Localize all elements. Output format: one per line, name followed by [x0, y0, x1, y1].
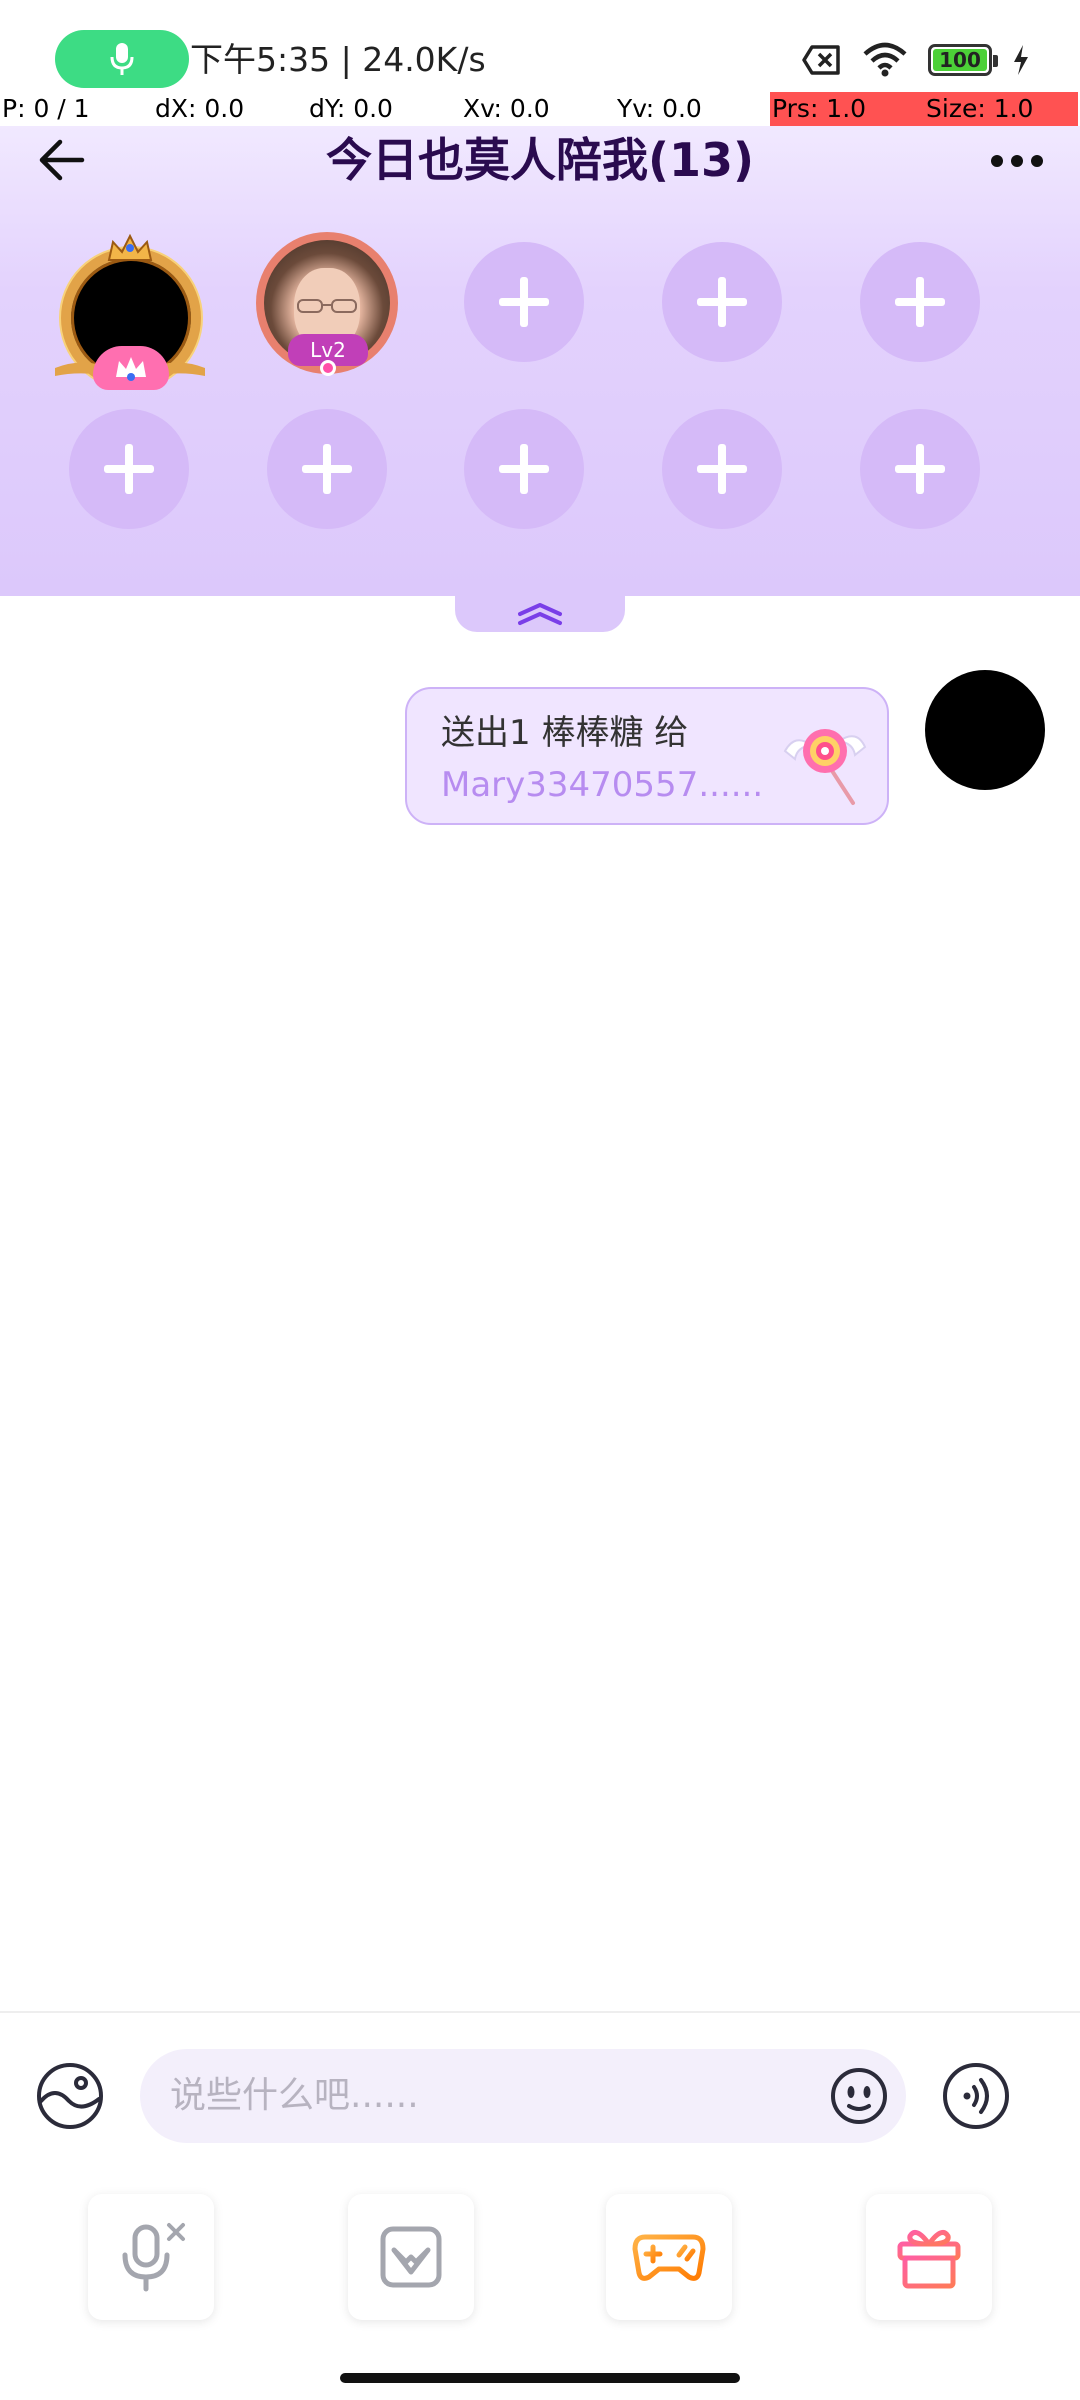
voice-input-button[interactable]: [940, 2060, 1012, 2132]
plus-icon: [895, 444, 945, 494]
gift-message-text: 送出1 棒棒糖 给: [441, 713, 689, 753]
host-seat[interactable]: [55, 226, 205, 390]
plus-icon: [697, 277, 747, 327]
empty-seat[interactable]: [267, 409, 387, 529]
photo-frame-button[interactable]: [348, 2194, 474, 2320]
more-icon: [991, 155, 1003, 167]
more-button[interactable]: [982, 136, 1052, 186]
empty-seat[interactable]: [464, 409, 584, 529]
gift-button[interactable]: [866, 2194, 992, 2320]
mic-toggle-button[interactable]: [88, 2194, 214, 2320]
debug-xv: Xv: 0.0: [463, 94, 550, 123]
empty-seat[interactable]: [662, 409, 782, 529]
chat-input[interactable]: 说些什么吧......: [140, 2049, 906, 2143]
empty-seat[interactable]: [464, 242, 584, 362]
empty-seat[interactable]: [69, 409, 189, 529]
battery-level: 100: [939, 48, 981, 72]
debug-dy: dY: 0.0: [309, 94, 393, 123]
crown-badge-icon: [116, 357, 146, 381]
game-button[interactable]: [606, 2194, 732, 2320]
debug-dx: dX: 0.0: [155, 94, 245, 123]
gift-message-bubble[interactable]: 送出1 棒棒糖 给 Mary33470557......: [405, 687, 889, 825]
debug-pressure: Prs: 1.0: [770, 92, 922, 126]
level-gem-icon: [320, 360, 336, 376]
debug-pointer: P: 0 / 1: [2, 94, 90, 123]
crown-icon: [107, 234, 153, 261]
plus-icon: [302, 444, 352, 494]
pointer-debug-overlay: P: 0 / 1 dX: 0.0 dY: 0.0 Xv: 0.0 Yv: 0.0…: [0, 92, 1080, 126]
collapse-icon: [518, 603, 562, 625]
empty-seat[interactable]: [860, 242, 980, 362]
empty-seat[interactable]: [662, 242, 782, 362]
collapse-seats-button[interactable]: [455, 596, 625, 632]
image-icon: [37, 2063, 103, 2129]
plus-icon: [499, 444, 549, 494]
mic-icon: [110, 43, 134, 75]
emoji-icon: [831, 2068, 887, 2124]
mic-muted-icon: [122, 2223, 185, 2292]
status-bar: 下午5:35 | 24.0K/s 100: [0, 0, 1080, 96]
emoji-button[interactable]: [824, 2061, 894, 2131]
gift-recipient-name[interactable]: Mary33470557......: [441, 763, 763, 807]
charging-icon: [1014, 45, 1028, 75]
lollipop-icon: [783, 729, 867, 805]
chat-input-placeholder: 说些什么吧......: [170, 2075, 419, 2116]
photo-frame-icon: [380, 2226, 442, 2288]
room-header: 今日也莫人陪我(13) Lv2: [0, 126, 1080, 596]
plus-icon: [499, 277, 549, 327]
room-title: 今日也莫人陪我(13): [325, 133, 755, 187]
debug-size: Size: 1.0: [922, 92, 1078, 126]
voice-wave-icon: [943, 2063, 1009, 2129]
plus-icon: [895, 277, 945, 327]
gamepad-icon: [632, 2234, 706, 2281]
plus-icon: [104, 444, 154, 494]
plus-icon: [697, 444, 747, 494]
debug-yv: Yv: 0.0: [617, 94, 702, 123]
wifi-icon: [863, 42, 907, 77]
image-button[interactable]: [34, 2060, 106, 2132]
home-indicator[interactable]: [340, 2373, 740, 2383]
user-seat[interactable]: Lv2: [256, 232, 401, 382]
sim-off-icon: [802, 45, 840, 75]
gift-icon: [897, 2229, 961, 2289]
status-time-speed: 下午5:35 | 24.0K/s: [190, 40, 486, 79]
host-badge: [93, 346, 169, 390]
input-divider: [0, 2011, 1080, 2013]
mic-active-indicator[interactable]: [55, 30, 189, 88]
battery-icon: 100: [928, 44, 998, 76]
empty-seat[interactable]: [860, 409, 980, 529]
status-icons: 100: [802, 40, 1030, 80]
sender-avatar[interactable]: [925, 670, 1045, 790]
